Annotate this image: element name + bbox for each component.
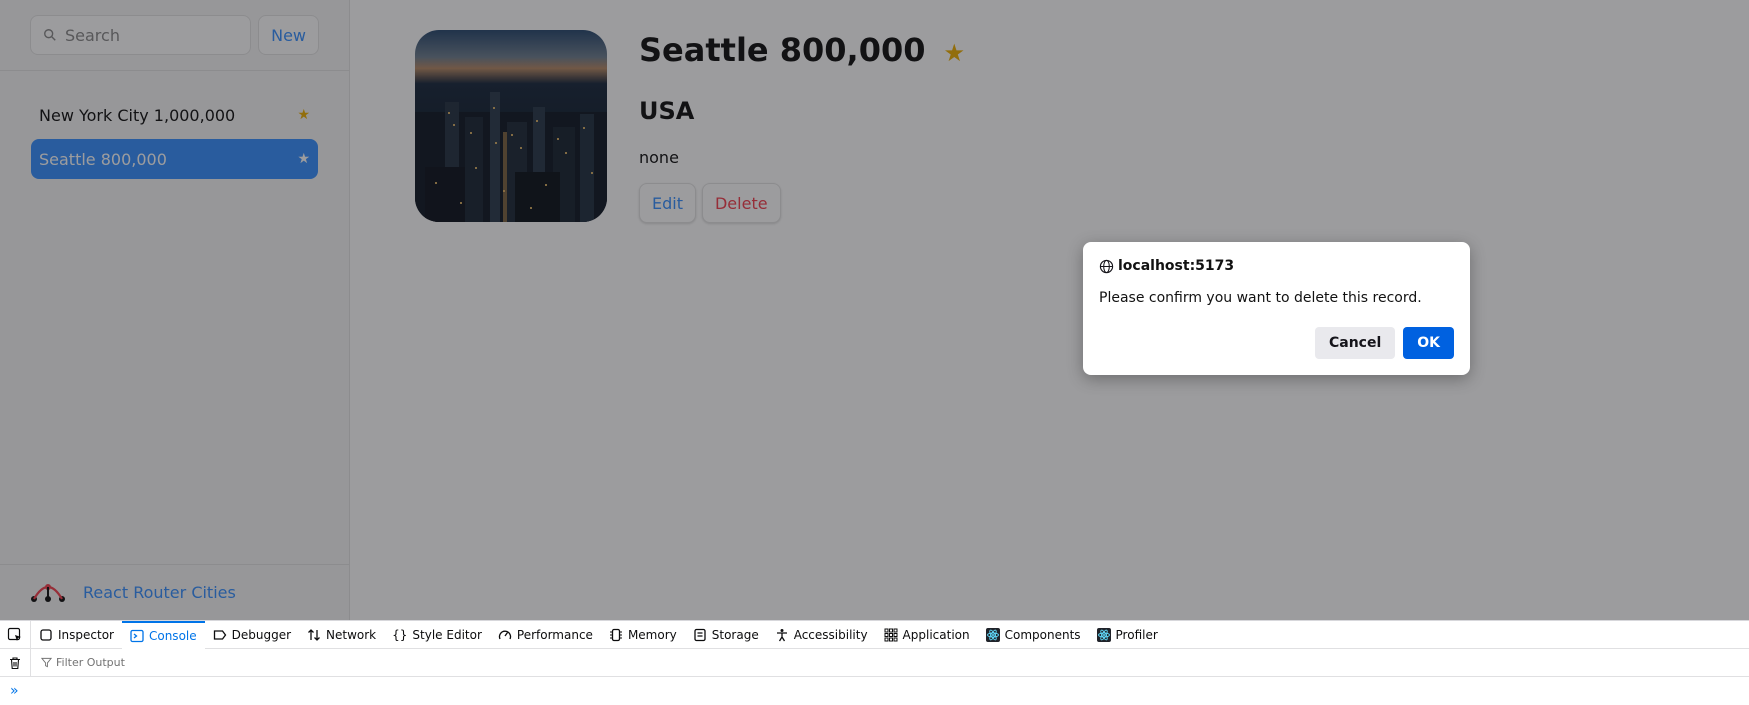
memory-icon	[609, 628, 622, 641]
tab-label: Network	[326, 627, 377, 642]
clear-console-button[interactable]	[0, 648, 31, 677]
tab-performance[interactable]: Performance	[490, 621, 601, 649]
trash-icon	[10, 656, 20, 669]
tab-network[interactable]: Network	[299, 621, 384, 649]
element-picker-button[interactable]	[0, 620, 31, 649]
tab-label: Memory	[627, 627, 677, 642]
globe-icon	[1099, 259, 1114, 273]
tab-label: Debugger	[231, 627, 292, 642]
storage-icon	[694, 628, 706, 641]
react-profiler-icon	[1096, 627, 1111, 642]
filter-placeholder: Filter Output	[56, 656, 125, 669]
style-editor-icon: {}	[392, 627, 408, 642]
dialog-message: Please confirm you want to delete this r…	[1099, 290, 1422, 306]
tab-console[interactable]: Console	[121, 620, 205, 649]
tab-label: Console	[148, 628, 197, 643]
dialog-buttons: Cancel OK	[1314, 327, 1454, 359]
console-input[interactable]: »	[0, 677, 1749, 704]
application-icon	[884, 628, 898, 641]
tab-label: Inspector	[58, 627, 114, 642]
accessibility-icon	[776, 628, 787, 641]
tab-memory[interactable]: Memory	[601, 621, 685, 649]
console-prompt-icon: »	[10, 682, 19, 699]
console-icon	[130, 629, 144, 642]
devtools-toolbar: Inspector Console Debugger Network {} Sty…	[0, 620, 1749, 649]
react-components-icon	[985, 627, 1000, 642]
console-filter-bar: Filter Output	[0, 648, 1749, 677]
tab-style-editor[interactable]: {} Style Editor	[384, 621, 490, 649]
modal-backdrop	[0, 0, 1749, 620]
tab-label: Profiler	[1115, 627, 1158, 642]
tab-components[interactable]: Components	[978, 621, 1089, 649]
confirm-dialog: localhost:5173 Please confirm you want t…	[1083, 242, 1470, 375]
performance-icon	[498, 630, 512, 639]
network-icon	[308, 628, 320, 641]
dialog-host-label: localhost:5173	[1118, 258, 1235, 274]
filter-icon	[41, 657, 52, 668]
dialog-origin: localhost:5173	[1099, 258, 1454, 274]
tab-profiler[interactable]: Profiler	[1089, 621, 1166, 649]
tab-application[interactable]: Application	[876, 621, 978, 649]
tab-accessibility[interactable]: Accessibility	[767, 621, 876, 649]
ok-button[interactable]: OK	[1403, 327, 1454, 359]
cancel-button[interactable]: Cancel	[1314, 327, 1396, 359]
tab-label: Storage	[711, 627, 759, 642]
debugger-icon	[213, 629, 226, 640]
tab-inspector[interactable]: Inspector	[31, 621, 122, 649]
tab-label: Performance	[516, 627, 593, 642]
tab-storage[interactable]: Storage	[685, 621, 767, 649]
tab-label: Style Editor	[412, 627, 482, 642]
inspector-icon	[40, 628, 52, 641]
tab-label: Accessibility	[793, 627, 868, 642]
tab-label: Components	[1004, 627, 1081, 642]
filter-output-input[interactable]: Filter Output	[31, 656, 125, 669]
devtools-panel: Inspector Console Debugger Network {} Sty…	[0, 620, 1749, 705]
tab-label: Application	[902, 627, 970, 642]
element-picker-icon	[7, 627, 21, 641]
tab-debugger[interactable]: Debugger	[205, 621, 299, 649]
